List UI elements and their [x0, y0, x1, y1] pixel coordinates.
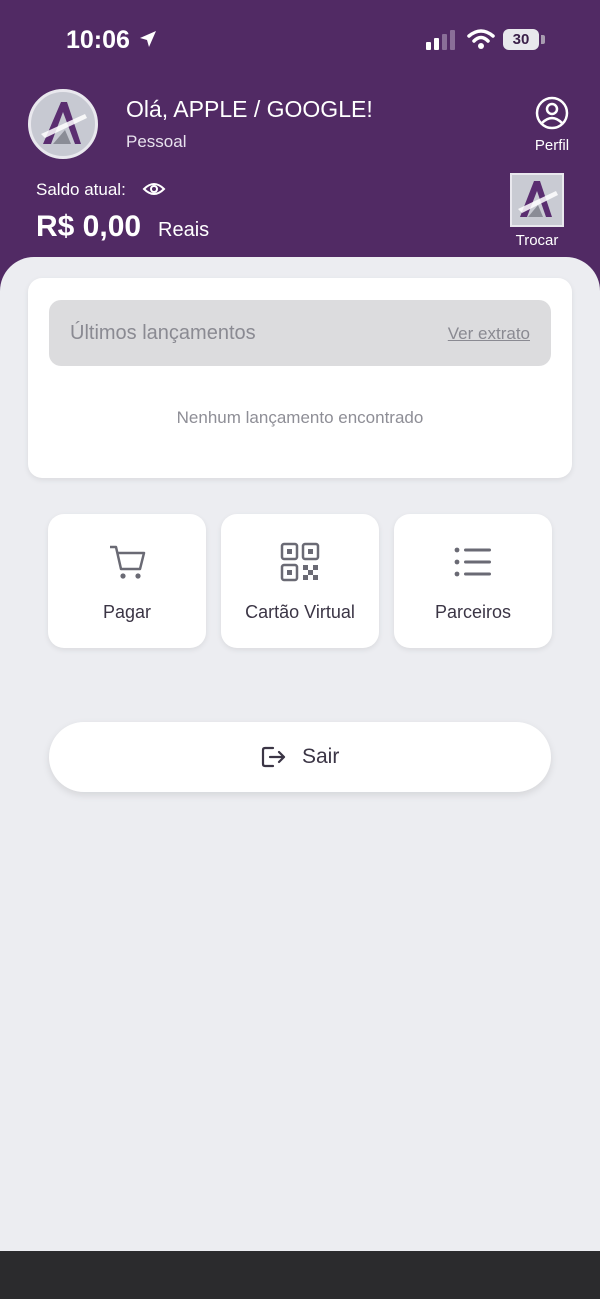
battery-indicator: 30 — [503, 29, 539, 50]
cellular-signal-icon — [426, 30, 455, 50]
eye-icon[interactable] — [142, 180, 166, 198]
view-statement-link[interactable]: Ver extrato — [448, 324, 530, 344]
balance-label: Saldo atual: — [36, 180, 126, 199]
switch-label: Trocar — [515, 232, 559, 249]
switch-account-button[interactable]: Trocar — [508, 173, 566, 253]
battery-nub — [541, 35, 545, 44]
wifi-icon — [467, 29, 495, 49]
recent-header-bar: Últimos lançamentos Ver extrato — [49, 300, 551, 366]
account-type: Pessoal — [126, 132, 187, 151]
virtual-card-button[interactable]: Cartão Virtual — [221, 514, 379, 648]
empty-message: Nenhum lançamento encontrado — [176, 408, 424, 427]
greeting: Olá, APPLE / GOOGLE! — [126, 96, 373, 122]
profile-button[interactable]: Perfil — [526, 96, 578, 158]
avatar[interactable] — [28, 89, 98, 159]
bottom-bar — [0, 1251, 600, 1299]
partners-label: Parceiros — [434, 602, 512, 622]
partners-button[interactable]: Parceiros — [394, 514, 552, 648]
brand-logo-icon — [41, 102, 87, 144]
pay-label: Pagar — [102, 602, 152, 622]
status-time: 10:06 — [66, 26, 130, 54]
brand-logo-icon — [518, 181, 558, 217]
balance-value: R$ 0,00 — [36, 210, 142, 243]
location-arrow-icon — [140, 31, 156, 47]
recent-title: Últimos lançamentos — [70, 322, 256, 344]
pay-button[interactable]: Pagar — [48, 514, 206, 648]
balance-unit: Reais — [158, 219, 210, 241]
user-circle-icon — [535, 96, 569, 130]
cart-icon — [110, 545, 146, 579]
logout-label: Sair — [302, 745, 340, 768]
qr-code-icon — [280, 542, 320, 582]
recent-transactions-card: Últimos lançamentos Ver extrato Nenhum l… — [28, 278, 572, 478]
profile-label: Perfil — [534, 137, 570, 154]
switch-logo — [510, 173, 564, 227]
logout-icon — [261, 746, 286, 768]
logout-button[interactable]: Sair — [49, 722, 551, 792]
list-icon — [454, 547, 491, 577]
virtual-card-label: Cartão Virtual — [245, 602, 355, 622]
